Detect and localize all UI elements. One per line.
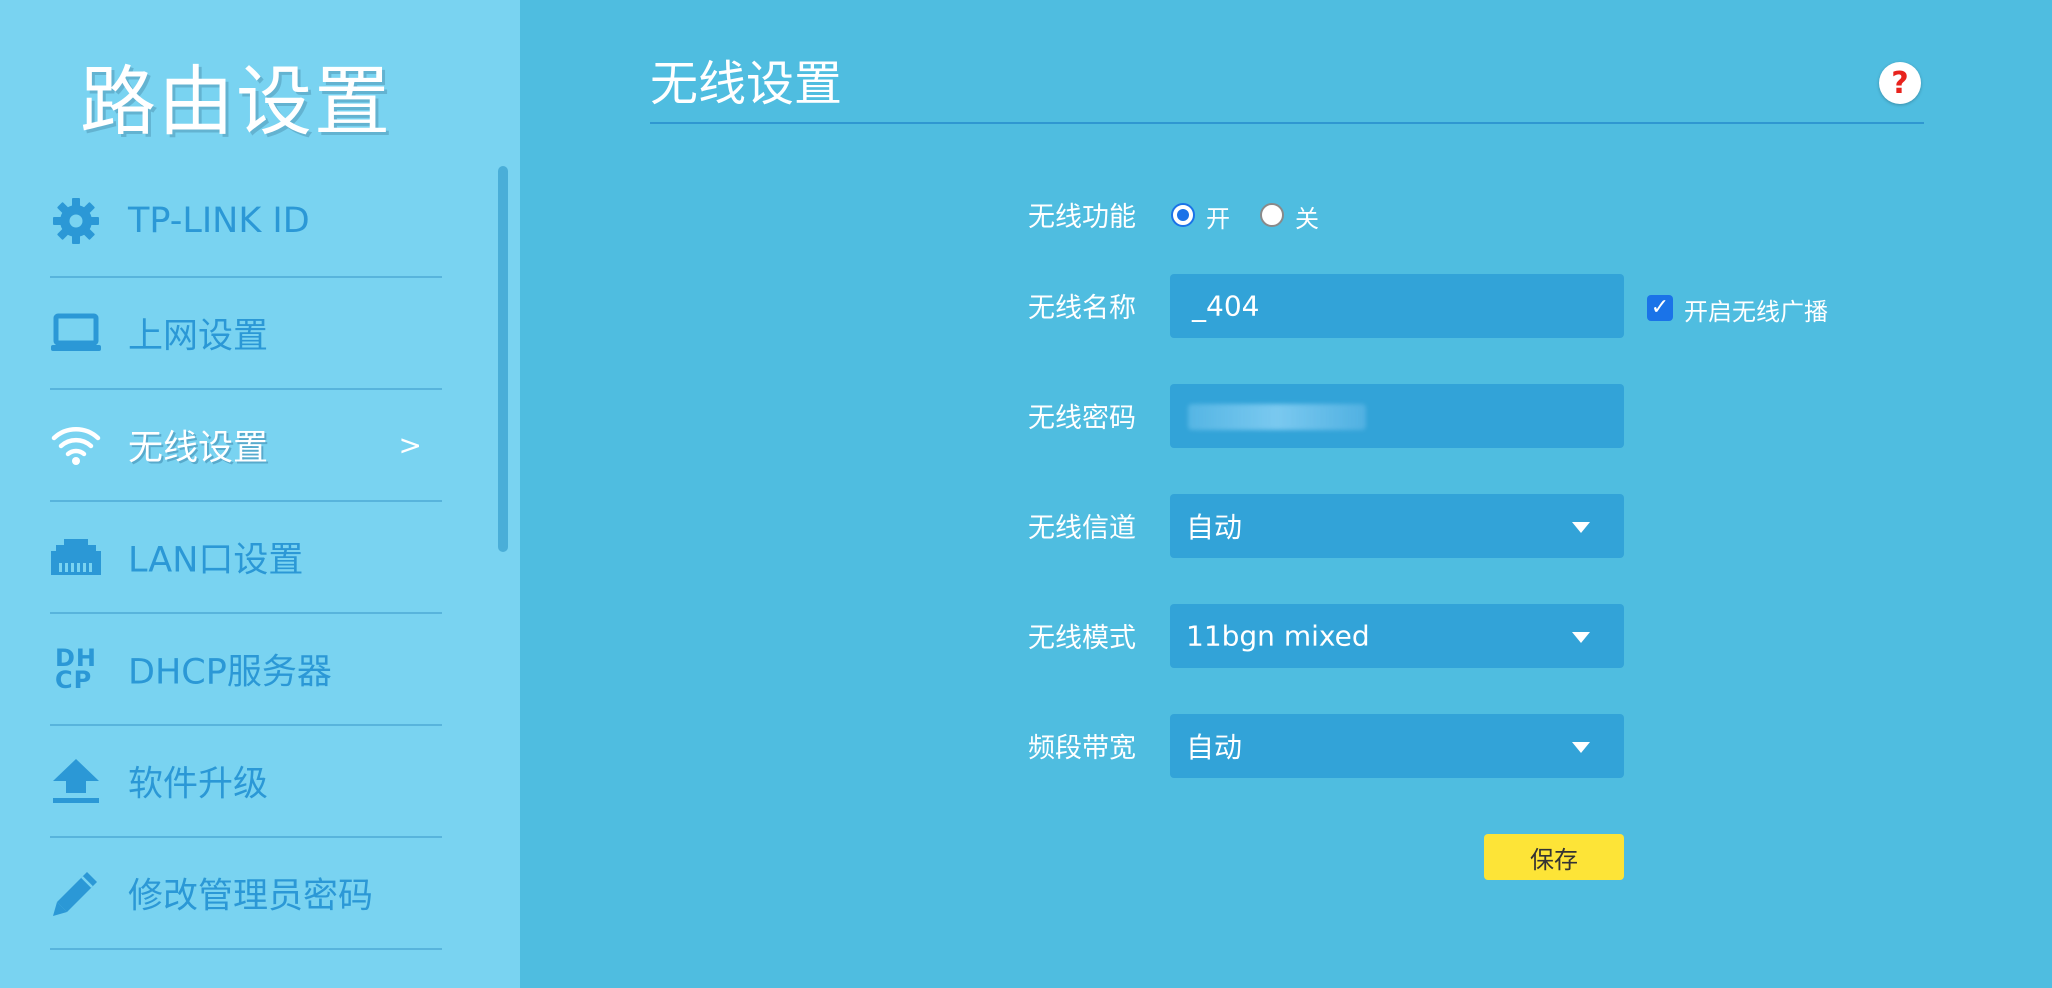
sidebar-item-label: DHCP服务器	[128, 652, 332, 693]
sidebar-item-lan-settings[interactable]: LAN口设置	[50, 502, 442, 614]
sidebar: 路由设置 TP-LINK ID 上网设置 无线设置 > LAN口设置 DH CP…	[0, 0, 520, 988]
mode-value: 11bgn mixed	[1186, 619, 1370, 653]
bandwidth-value: 自动	[1186, 731, 1243, 764]
sidebar-item-change-admin-password[interactable]: 修改管理员密码	[50, 838, 442, 950]
upload-icon	[50, 755, 102, 807]
save-button[interactable]: 保存	[1484, 834, 1624, 880]
gear-icon	[50, 195, 102, 247]
page-title: 无线设置	[650, 56, 843, 112]
mode-label: 无线模式	[1028, 623, 1136, 654]
channel-value: 自动	[1186, 511, 1243, 544]
sidebar-title: 路由设置	[80, 57, 392, 146]
sidebar-item-label: 上网设置	[128, 316, 269, 357]
help-mark: ?	[1891, 65, 1909, 101]
dropdown-caret-icon	[1572, 742, 1590, 753]
bandwidth-label: 频段带宽	[1028, 733, 1136, 764]
sidebar-item-label: 软件升级	[128, 764, 269, 805]
bandwidth-select[interactable]: 自动	[1170, 714, 1624, 778]
dropdown-caret-icon	[1572, 632, 1590, 643]
pencil-icon	[50, 867, 102, 919]
password-label: 无线密码	[1028, 403, 1136, 434]
ssid-value: _404	[1192, 289, 1260, 323]
title-divider	[650, 122, 1924, 124]
ssid-input[interactable]: _404	[1170, 274, 1624, 338]
sidebar-item-label: LAN口设置	[128, 540, 304, 581]
sidebar-item-internet-settings[interactable]: 上网设置	[50, 278, 442, 390]
channel-label: 无线信道	[1028, 513, 1136, 544]
help-icon[interactable]: ?	[1879, 62, 1921, 104]
ssid-broadcast-label: 开启无线广播	[1684, 298, 1828, 326]
wireless-on-radio[interactable]	[1171, 203, 1195, 227]
sidebar-item-firmware-upgrade[interactable]: 软件升级	[50, 726, 442, 838]
sidebar-item-dhcp-server[interactable]: DH CP DHCP服务器	[50, 614, 442, 726]
lan-port-icon	[50, 531, 102, 583]
laptop-icon	[50, 307, 102, 359]
ssid-broadcast-checkbox[interactable]: ✓	[1647, 295, 1673, 321]
checkmark-icon: ✓	[1650, 295, 1670, 320]
password-value-blurred	[1188, 404, 1366, 430]
sidebar-item-tplink-id[interactable]: TP-LINK ID	[50, 166, 442, 278]
sidebar-item-label: 修改管理员密码	[128, 876, 374, 917]
dhcp-icon: DH CP	[50, 643, 102, 695]
wireless-on-label: 开	[1206, 205, 1230, 233]
mode-select[interactable]: 11bgn mixed	[1170, 604, 1624, 668]
dhcp-icon-text-bottom: CP	[54, 666, 93, 694]
password-input[interactable]	[1170, 384, 1624, 448]
dropdown-caret-icon	[1572, 522, 1590, 533]
sidebar-scrollbar[interactable]	[498, 166, 508, 552]
wireless-function-label: 无线功能	[1028, 202, 1136, 233]
sidebar-item-label: 无线设置	[128, 428, 269, 469]
wireless-off-radio[interactable]	[1260, 203, 1284, 227]
channel-select[interactable]: 自动	[1170, 494, 1624, 558]
sidebar-item-wireless-settings[interactable]: 无线设置 >	[50, 390, 442, 502]
sidebar-item-label: TP-LINK ID	[128, 201, 310, 241]
wifi-icon	[50, 419, 102, 471]
chevron-right-icon: >	[398, 428, 422, 462]
wireless-off-label: 关	[1295, 205, 1319, 233]
ssid-label: 无线名称	[1028, 293, 1136, 324]
